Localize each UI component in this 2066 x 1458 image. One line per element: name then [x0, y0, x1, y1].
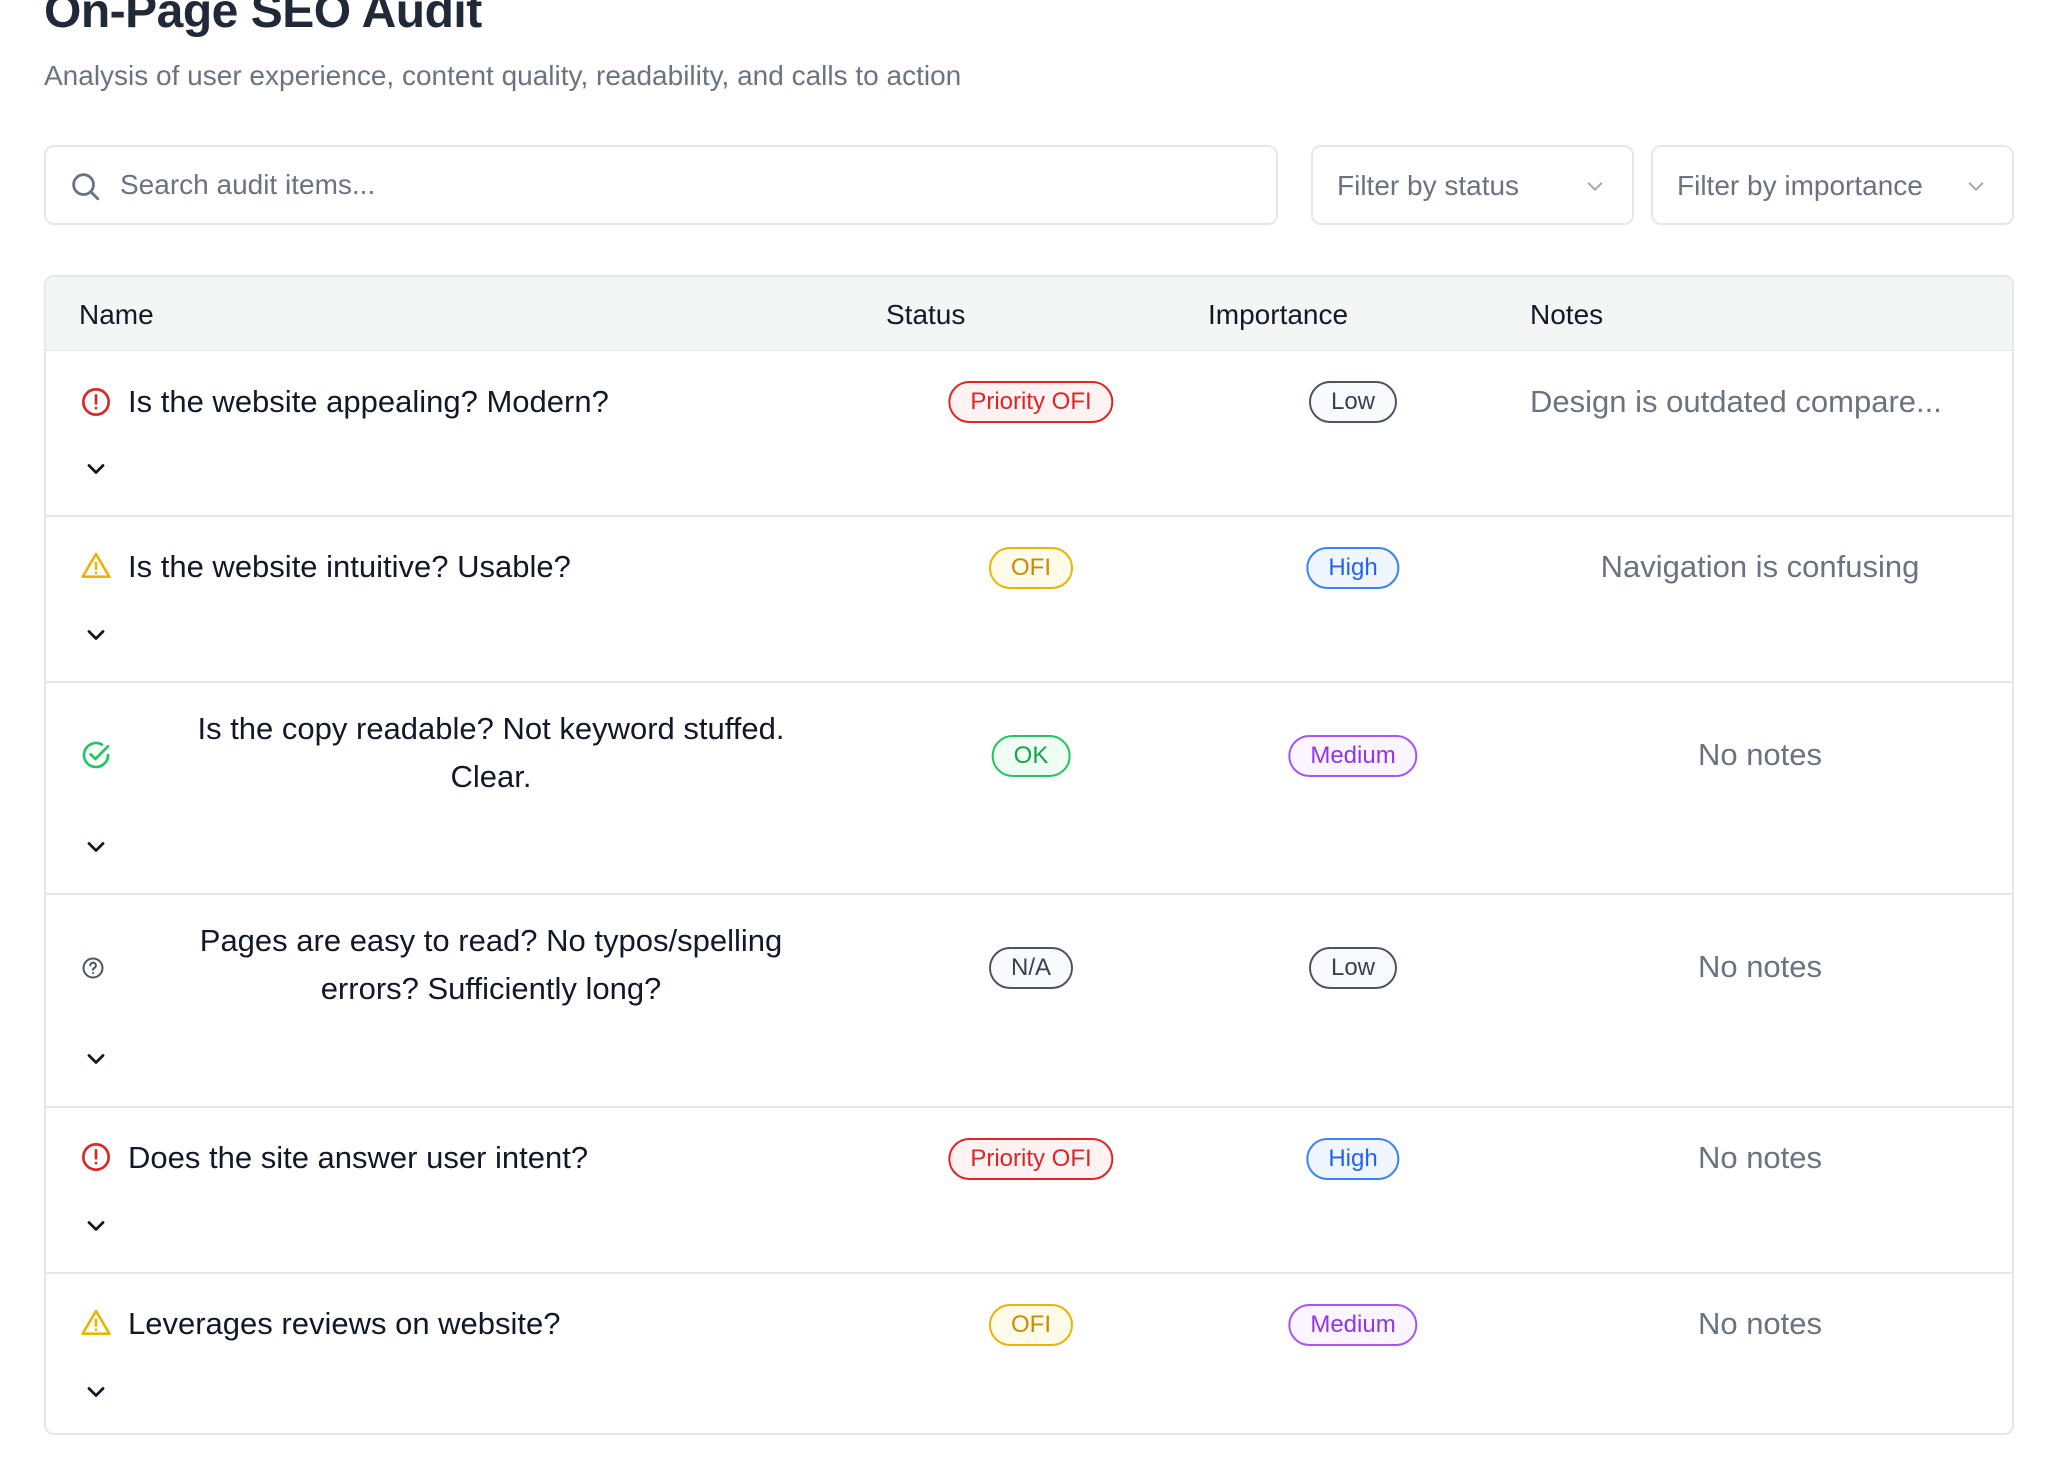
- importance-badge: Medium: [1288, 735, 1418, 777]
- status-badge: N/A: [988, 947, 1074, 989]
- alert-circle-icon: [82, 388, 110, 416]
- row-notes: No notes: [1697, 737, 1823, 772]
- importance-badge: Low: [1308, 381, 1398, 423]
- row-notes: No notes: [1697, 1140, 1823, 1175]
- expand-chevron-icon[interactable]: [82, 1212, 110, 1240]
- check-circle-icon: [82, 741, 110, 769]
- help-circle-icon: [82, 957, 104, 979]
- expand-chevron-icon[interactable]: [82, 621, 110, 649]
- status-badge: Priority OFI: [948, 1138, 1114, 1180]
- audit-table: Name Status Importance Notes Is the webs…: [44, 275, 2014, 1435]
- filter-status-label: Filter by status: [1337, 170, 1520, 201]
- page-subtitle: Analysis of user experience, content qua…: [44, 60, 962, 91]
- column-header-notes[interactable]: Notes: [1530, 299, 1603, 331]
- expand-chevron-icon[interactable]: [82, 833, 110, 861]
- expand-chevron-icon[interactable]: [82, 1378, 110, 1406]
- table-row[interactable]: Is the copy readable? Not keyword stuffe…: [46, 683, 2012, 895]
- importance-badge: Medium: [1288, 1304, 1418, 1346]
- filter-importance-select[interactable]: Filter by importance: [1651, 145, 2014, 225]
- page-title: On-Page SEO Audit: [44, 0, 482, 38]
- row-name: Leverages reviews on website?: [128, 1306, 561, 1341]
- table-row[interactable]: Is the website appealing? Modern? Priori…: [46, 351, 2012, 517]
- row-name: Pages are easy to read? No typos/spellin…: [199, 923, 783, 1006]
- row-notes: Navigation is confusing: [1600, 549, 1920, 584]
- status-badge: OK: [991, 735, 1071, 777]
- row-name: Is the website appealing? Modern?: [128, 384, 609, 419]
- alert-circle-icon: [82, 1143, 110, 1171]
- row-notes: No notes: [1697, 949, 1823, 984]
- chevron-down-icon: [1587, 182, 1603, 191]
- importance-badge: High: [1306, 547, 1400, 589]
- column-header-name[interactable]: Name: [79, 299, 154, 331]
- table-row[interactable]: Is the website intuitive? Usable? OFI Hi…: [46, 517, 2012, 683]
- filter-importance-label: Filter by importance: [1677, 170, 1923, 201]
- search-icon: [72, 173, 100, 201]
- row-notes: No notes: [1697, 1306, 1823, 1341]
- warning-triangle-icon: [81, 1309, 111, 1335]
- row-notes: Design is outdated compare...: [1530, 384, 1942, 419]
- column-header-importance[interactable]: Importance: [1208, 299, 1348, 331]
- table-row[interactable]: Pages are easy to read? No typos/spellin…: [46, 895, 2012, 1108]
- status-badge: OFI: [989, 1304, 1073, 1346]
- status-badge: OFI: [989, 547, 1073, 589]
- column-header-status[interactable]: Status: [886, 299, 965, 331]
- chevron-down-icon: [1968, 182, 1984, 191]
- expand-chevron-icon[interactable]: [82, 1045, 110, 1073]
- expand-chevron-icon[interactable]: [82, 455, 110, 483]
- warning-triangle-icon: [81, 552, 111, 578]
- status-badge: Priority OFI: [948, 381, 1114, 423]
- row-name: Is the website intuitive? Usable?: [128, 549, 571, 584]
- filter-status-select[interactable]: Filter by status: [1311, 145, 1634, 225]
- table-header: Name Status Importance Notes: [46, 277, 2012, 351]
- row-name: Is the copy readable? Not keyword stuffe…: [197, 711, 785, 794]
- importance-badge: Low: [1308, 947, 1398, 989]
- search-input[interactable]: [120, 161, 1260, 209]
- importance-badge: High: [1306, 1138, 1400, 1180]
- table-row[interactable]: Leverages reviews on website? OFI Medium…: [46, 1274, 2012, 1433]
- search-box[interactable]: [44, 145, 1278, 225]
- row-name: Does the site answer user intent?: [128, 1140, 589, 1175]
- table-row[interactable]: Does the site answer user intent? Priori…: [46, 1108, 2012, 1274]
- audit-page: On-Page SEO Audit Analysis of user exper…: [0, 0, 2066, 1458]
